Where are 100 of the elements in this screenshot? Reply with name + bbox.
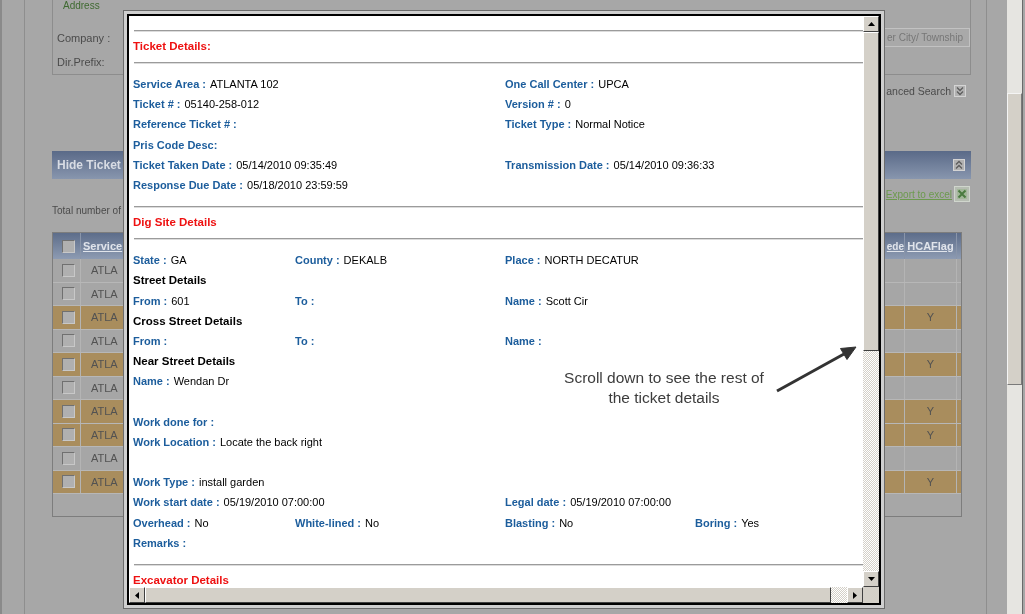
total-count-text: Total number of — [52, 205, 122, 217]
field-value: 0 — [564, 98, 571, 111]
caret-left-icon — [135, 591, 139, 599]
hca-flag-text: Y — [926, 405, 935, 418]
field-label: Ticket Type : — [505, 118, 572, 131]
scrollbar-track[interactable] — [1007, 0, 1022, 614]
field-label: Blasting : — [505, 516, 556, 529]
row-checkbox[interactable] — [62, 475, 75, 489]
field-value: Scott Cir — [545, 294, 588, 307]
field-label: Work Location : — [133, 435, 216, 448]
row-checkbox[interactable] — [62, 334, 75, 348]
service-text: ATLA — [91, 287, 118, 300]
field-value: 05/19/2010 07:00:00 — [570, 496, 672, 509]
field-label: Ticket # : — [133, 98, 181, 111]
field-value: NORTH DECATUR — [544, 254, 639, 267]
section-title: Ticket Details: — [133, 39, 212, 54]
scroll-left-button[interactable] — [129, 587, 145, 603]
field-value: GA — [170, 254, 187, 267]
field-value: 05/19/2010 07:00:00 — [223, 496, 325, 509]
field-label: Place : — [505, 254, 541, 267]
caret-down-icon — [867, 577, 875, 581]
row-checkbox[interactable] — [62, 404, 75, 418]
field-value: No — [194, 516, 209, 529]
field-label: Overhead : — [133, 516, 191, 529]
row-checkbox[interactable] — [62, 451, 75, 465]
field-value: Yes — [741, 516, 760, 529]
field-label: State : — [133, 254, 167, 267]
field-value: No — [559, 516, 574, 529]
field-label: Name : — [505, 294, 542, 307]
field-label: Version # : — [505, 98, 561, 111]
field-label: Transmission Date : — [505, 158, 610, 171]
service-text: ATLA — [91, 264, 118, 277]
scroll-right-button[interactable] — [847, 587, 863, 603]
select-all-checkbox[interactable] — [62, 239, 75, 253]
field-value: 05/14/2010 09:35:49 — [236, 158, 338, 171]
caret-right-icon — [853, 591, 857, 599]
service-text: ATLA — [91, 334, 118, 347]
field-label: From : — [133, 294, 168, 307]
scrollbar-thumb[interactable] — [1007, 93, 1022, 385]
field-label: Remarks : — [133, 536, 187, 549]
section-title: Dig Site Details — [133, 215, 218, 231]
hca-flag-text: Y — [926, 358, 935, 371]
field-value: UPCA — [598, 78, 629, 90]
field-value: ATLANTA 102 — [210, 78, 279, 90]
row-checkbox[interactable] — [62, 381, 75, 395]
field-label: White-lined : — [295, 516, 361, 529]
hca-flag-text: Y — [926, 311, 935, 324]
field-label: Response Due Date : — [133, 178, 244, 191]
field-label: To : — [295, 334, 315, 347]
row-checkbox[interactable] — [62, 428, 75, 442]
subsection-title: Street Details — [133, 273, 208, 289]
row-checkbox[interactable] — [62, 310, 75, 324]
field-value: 601 — [171, 294, 190, 307]
field-value: 05/18/2010 23:59:59 — [247, 178, 348, 191]
field-value: DEKALB — [343, 254, 388, 267]
field-label: Ticket Taken Date : — [133, 158, 233, 171]
hca-flag-text: Y — [926, 475, 935, 488]
field-label: Reference Ticket # : — [133, 118, 237, 131]
scrollbar-corner — [863, 587, 879, 603]
field-label: Name : — [505, 334, 542, 347]
advanced-search-link[interactable]: anced Search — [886, 85, 951, 97]
scroll-up-button[interactable] — [863, 16, 879, 32]
field-label: Service Area : — [133, 78, 206, 90]
service-text: ATLA — [91, 358, 118, 371]
field-value: Locate the back right — [219, 435, 323, 448]
service-text: ATLA — [91, 381, 118, 394]
section-title: Excavator Details — [133, 572, 230, 587]
caret-up-icon — [867, 22, 875, 26]
spreadsheet-icon[interactable] — [954, 186, 970, 202]
field-label: From : — [133, 334, 168, 347]
field-label: Legal date : — [505, 496, 567, 509]
field-label: Pris Code Desc: — [133, 138, 218, 151]
dir-prefix-label: Dir.Prefix: — [57, 56, 105, 68]
hca-flag-text: Y — [926, 428, 935, 441]
double-chevron-up-icon[interactable] — [953, 159, 965, 171]
callout-text: Scroll down to see the rest of the ticket details — [563, 368, 765, 408]
field-label: Work start date : — [133, 496, 220, 509]
service-text: ATLA — [91, 311, 118, 324]
company-label: Company : — [57, 32, 111, 44]
subsection-title: Near Street Details — [133, 354, 237, 370]
row-checkbox[interactable] — [62, 287, 75, 301]
row-checkbox[interactable] — [62, 357, 75, 371]
service-text: ATLA — [91, 428, 118, 441]
subsection-title: Cross Street Details — [133, 313, 244, 329]
column-header[interactable]: ede — [886, 240, 904, 252]
field-value: 05140-258-012 — [184, 98, 260, 111]
column-header[interactable]: Service — [83, 240, 123, 252]
field-label: To : — [295, 294, 315, 307]
scroll-down-button[interactable] — [863, 571, 879, 587]
double-chevron-down-icon[interactable] — [954, 85, 966, 97]
row-checkbox[interactable] — [62, 263, 75, 277]
service-text: ATLA — [91, 405, 118, 418]
column-header[interactable]: HCAFlag — [907, 240, 954, 252]
address-label: Address — [63, 0, 100, 11]
field-value: No — [365, 516, 380, 529]
field-value: Normal Notice — [575, 118, 645, 131]
panel-title[interactable]: Hide Ticket — [57, 158, 121, 172]
field-value: Wendan Dr — [173, 375, 230, 388]
field-label: County : — [295, 254, 340, 267]
service-text: ATLA — [91, 452, 118, 465]
